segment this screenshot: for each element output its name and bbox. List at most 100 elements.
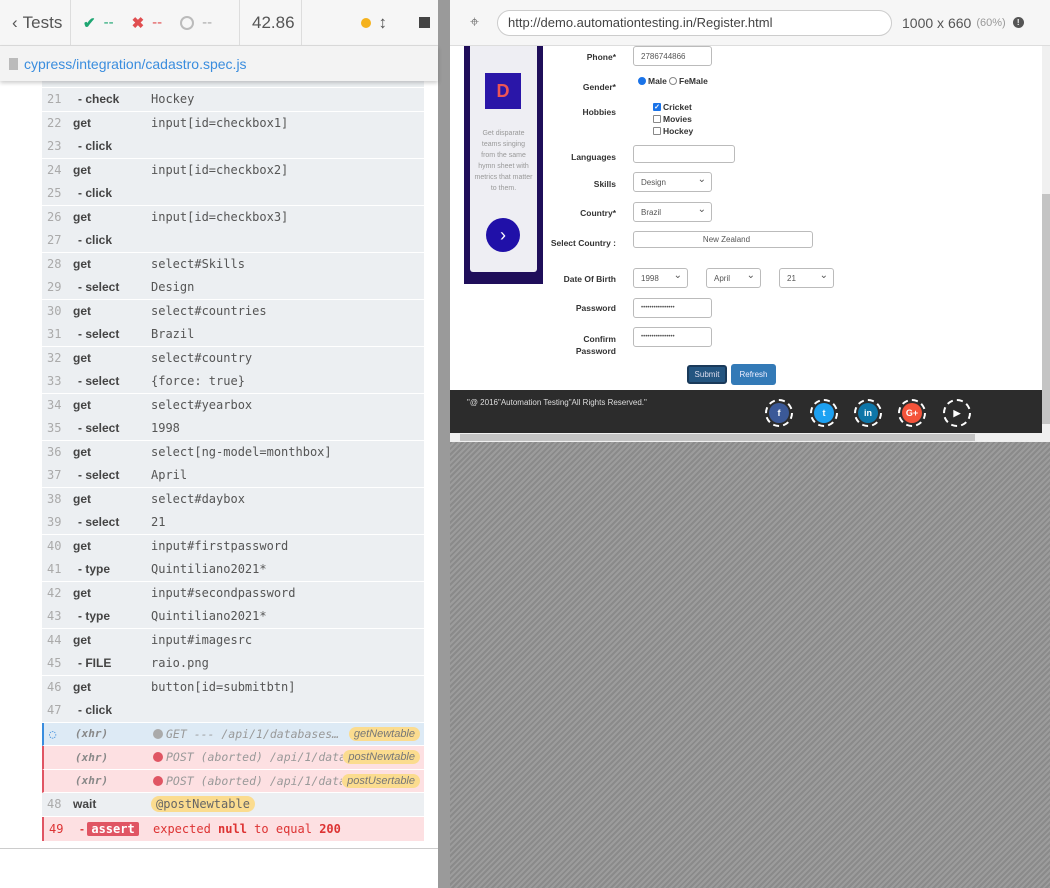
- command-row[interactable]: 47 - click: [42, 699, 424, 723]
- url-bar[interactable]: http://demo.automationtesting.in/Registe…: [497, 9, 893, 36]
- command-row[interactable]: 29 - select Design: [42, 276, 424, 300]
- command-row[interactable]: 30 get select#countries: [42, 299, 424, 323]
- file-icon: [9, 57, 18, 70]
- day-select[interactable]: 21: [779, 268, 834, 288]
- panel-resize-handle[interactable]: [438, 0, 450, 888]
- command-name: get: [73, 586, 91, 601]
- command-message: Hockey: [151, 92, 195, 107]
- hobby-movies-checkbox[interactable]: Movies: [653, 114, 692, 124]
- status-dot-icon: [153, 775, 163, 786]
- submit-button[interactable]: Submit: [687, 365, 727, 384]
- command-row[interactable]: 37 - select April: [42, 464, 424, 488]
- linkedin-link[interactable]: in: [854, 399, 882, 427]
- xhr-row[interactable]: ◌ (xhr) GET --- /api/1/databases… getNew…: [42, 722, 424, 746]
- divider: [0, 848, 438, 849]
- hobby-hockey-checkbox[interactable]: Hockey: [653, 126, 693, 136]
- status-dot-icon: [153, 728, 163, 739]
- spec-path[interactable]: cypress/integration/cadastro.spec.js: [0, 46, 438, 81]
- command-message: Quintiliano2021*: [151, 562, 267, 577]
- command-name: get: [73, 116, 91, 131]
- command-name: get: [73, 257, 91, 272]
- alias-badge: postUsertable: [342, 773, 420, 788]
- command-row[interactable]: 35 - select 1998: [42, 417, 424, 441]
- status-dot-icon: [153, 752, 163, 763]
- selector-playground-icon[interactable]: ⌖: [470, 14, 479, 32]
- command-row[interactable]: 22 get input[id=checkbox1]: [42, 111, 424, 135]
- command-row[interactable]: 40 get input#firstpassword: [42, 534, 424, 558]
- stop-button[interactable]: [419, 17, 430, 28]
- command-row[interactable]: 28 get select#Skills: [42, 252, 424, 276]
- command-message: raio.png: [151, 656, 209, 671]
- twitter-link[interactable]: t: [810, 399, 838, 427]
- command-row[interactable]: 25 - click: [42, 182, 424, 206]
- spinner-icon: ◌: [49, 726, 57, 741]
- password-input[interactable]: ••••••••••••••••: [633, 298, 712, 318]
- command-name: - click: [78, 186, 113, 201]
- country-select[interactable]: Brazil: [633, 202, 712, 222]
- command-message: input[id=checkbox1]: [151, 116, 289, 131]
- command-row[interactable]: 32 get select#country: [42, 346, 424, 370]
- command-row[interactable]: 44 get input#imagesrc: [42, 628, 424, 652]
- refresh-button[interactable]: Refresh: [731, 364, 776, 385]
- command-row[interactable]: 36 get select[ng-model=monthbox]: [42, 440, 424, 464]
- stats: ✔ -- ✖ -- --: [71, 0, 240, 46]
- languages-input[interactable]: [633, 145, 735, 163]
- horizontal-scrollbar[interactable]: [450, 433, 1050, 442]
- year-select[interactable]: 1998: [633, 268, 688, 288]
- command-row[interactable]: 21 - check Hockey: [42, 88, 424, 112]
- command-name: - select: [78, 468, 120, 483]
- vertical-scrollbar[interactable]: [1042, 46, 1050, 434]
- command-name: - select: [78, 327, 120, 342]
- xhr-row[interactable]: (xhr) POST (aborted) /api/1/databa… post…: [42, 746, 424, 770]
- hobby-cricket-checkbox[interactable]: ✓ Cricket: [653, 102, 692, 112]
- command-row[interactable]: 39 - select 21: [42, 511, 424, 535]
- command-row[interactable]: 38 get select#daybox: [42, 487, 424, 511]
- phone-input[interactable]: 2786744866: [633, 46, 712, 66]
- alias-badge: @postNewtable: [151, 796, 255, 813]
- gender-male-radio[interactable]: Male: [638, 76, 667, 86]
- alias-badge: postNewtable: [343, 750, 420, 765]
- twitter-icon: t: [814, 403, 834, 423]
- assert-badge: assert: [87, 821, 139, 836]
- command-row-wait[interactable]: 48 wait @postNewtable: [42, 793, 424, 817]
- youtube-link[interactable]: ▶: [943, 399, 971, 427]
- command-name: get: [73, 304, 91, 319]
- command-row[interactable]: 33 - select {force: true}: [42, 370, 424, 394]
- command-row[interactable]: 42 get input#secondpassword: [42, 581, 424, 605]
- xhr-row[interactable]: (xhr) POST (aborted) /api/1/databa… post…: [42, 769, 424, 793]
- duration: 42.86: [240, 0, 302, 46]
- command-name: - click: [78, 233, 113, 248]
- command-row[interactable]: 46 get button[id=submitbtn]: [42, 675, 424, 699]
- command-log-panel: 21 - check Hockey 22 get input[id=checkb…: [0, 0, 438, 888]
- command-name: get: [73, 398, 91, 413]
- select-country-dropdown[interactable]: New Zealand: [633, 231, 813, 248]
- command-name: - check: [78, 92, 120, 107]
- alias-badge: getNewtable: [348, 726, 420, 741]
- month-select[interactable]: April: [706, 268, 761, 288]
- googleplus-link[interactable]: G+: [898, 399, 926, 427]
- command-row[interactable]: 41 - type Quintiliano2021*: [42, 558, 424, 582]
- command-row[interactable]: 34 get select#yearbox: [42, 393, 424, 417]
- command-name: - FILE: [78, 656, 112, 671]
- command-row[interactable]: 26 get input[id=checkbox3]: [42, 205, 424, 229]
- command-name: get: [73, 163, 91, 178]
- command-row[interactable]: 27 - click: [42, 229, 424, 253]
- command-message: select[ng-model=monthbox]: [151, 445, 332, 460]
- command-row[interactable]: 24 get input[id=checkbox2]: [42, 158, 424, 182]
- browser-header: ⌖ http://demo.automationtesting.in/Regis…: [450, 0, 1050, 46]
- facebook-link[interactable]: f: [765, 399, 793, 427]
- skills-select[interactable]: Design: [633, 172, 712, 192]
- gender-female-radio[interactable]: FeMale: [669, 76, 708, 86]
- info-icon[interactable]: !: [1012, 17, 1024, 28]
- command-row-assert[interactable]: 49- assert expected null to equal 200: [42, 816, 424, 841]
- command-row[interactable]: 45 - FILE raio.png: [42, 652, 424, 676]
- tests-back-button[interactable]: ‹ Tests: [0, 0, 71, 46]
- command-row[interactable]: 43 - type Quintiliano2021*: [42, 605, 424, 629]
- auto-scroll-icon[interactable]: ↕: [379, 13, 388, 33]
- command-name: get: [73, 680, 91, 695]
- command-row[interactable]: 31 - select Brazil: [42, 323, 424, 347]
- confirm-password-input[interactable]: ••••••••••••••••: [633, 327, 712, 347]
- command-row[interactable]: 23 - click: [42, 135, 424, 159]
- googleplus-icon: G+: [902, 403, 922, 423]
- command-message: 1998: [151, 421, 180, 436]
